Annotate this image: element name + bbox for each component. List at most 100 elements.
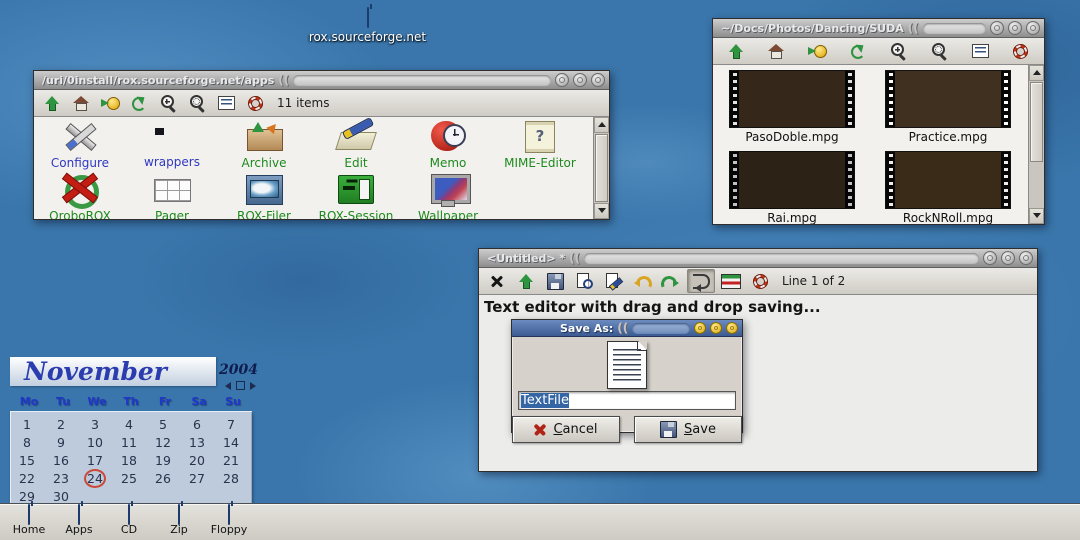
scrollbar-thumb[interactable]: [595, 134, 608, 202]
today-icon[interactable]: [236, 381, 245, 390]
home-button[interactable]: [764, 40, 790, 62]
filename-input[interactable]: TextFile: [518, 391, 736, 410]
next-month-icon[interactable]: [250, 382, 256, 390]
calendar-day[interactable]: 7: [214, 416, 248, 432]
up-button[interactable]: [39, 92, 65, 114]
help-button[interactable]: [1008, 40, 1034, 62]
app-item[interactable]: ROX-Session: [310, 170, 402, 219]
taskbar-folder-item[interactable]: Apps: [54, 505, 104, 536]
video-file-item[interactable]: RockNRoll.mpg: [877, 151, 1019, 224]
app-item[interactable]: OroboROX: [34, 170, 126, 219]
calendar-day[interactable]: 6: [180, 416, 214, 432]
text-file-drag-icon[interactable]: [607, 341, 647, 389]
list-view-button[interactable]: [213, 92, 239, 114]
scrollbar-vertical[interactable]: [1028, 65, 1044, 224]
zoom-select-button[interactable]: [927, 40, 953, 62]
titlebar[interactable]: <Untitled> * ((: [479, 249, 1037, 268]
app-item[interactable]: Archive: [218, 117, 310, 170]
up-button[interactable]: [513, 270, 539, 292]
app-item[interactable]: ROX-Filer: [218, 170, 310, 219]
calendar-day[interactable]: 22: [10, 470, 44, 486]
calendar-day[interactable]: 10: [78, 434, 112, 450]
forward-button[interactable]: [804, 40, 830, 62]
list-view-button[interactable]: [967, 40, 993, 62]
highlight-button[interactable]: [718, 270, 744, 292]
app-item[interactable]: MIME-Editor: [494, 117, 586, 170]
dialog-maximize-button[interactable]: [710, 322, 722, 334]
dialog-iconify-button[interactable]: [694, 322, 706, 334]
help-button[interactable]: [242, 92, 268, 114]
app-item[interactable]: Configure: [34, 117, 126, 170]
undo-button[interactable]: [629, 270, 655, 292]
calendar-day[interactable]: 16: [44, 452, 78, 468]
calendar-day[interactable]: 19: [146, 452, 180, 468]
window-close-button[interactable]: [591, 73, 605, 87]
calendar-day[interactable]: 8: [10, 434, 44, 450]
video-file-item[interactable]: Rai.mpg: [721, 151, 863, 224]
calendar-day[interactable]: 26: [146, 470, 180, 486]
help-button[interactable]: [747, 270, 773, 292]
window-iconify-button[interactable]: [983, 251, 997, 265]
find-button[interactable]: [571, 270, 597, 292]
calendar-day[interactable]: 2: [44, 416, 78, 432]
calendar-day[interactable]: 1: [10, 416, 44, 432]
window-iconify-button[interactable]: [555, 73, 569, 87]
word-wrap-button[interactable]: [687, 269, 715, 293]
window-close-button[interactable]: [1019, 251, 1033, 265]
calendar-day[interactable]: 30: [44, 488, 78, 504]
forward-button[interactable]: [97, 92, 123, 114]
home-button[interactable]: [68, 92, 94, 114]
redo-button[interactable]: [658, 270, 684, 292]
zoom-select-button[interactable]: [184, 92, 210, 114]
app-item[interactable]: Wallpaper: [402, 170, 494, 219]
calendar-day[interactable]: 13: [180, 434, 214, 450]
calendar-day[interactable]: 17: [78, 452, 112, 468]
cancel-button[interactable]: Cancel: [512, 416, 620, 443]
scroll-up-arrow[interactable]: [1029, 65, 1044, 81]
window-maximize-button[interactable]: [1008, 21, 1022, 35]
calendar-day[interactable]: 4: [112, 416, 146, 432]
taskbar-folder-item[interactable]: Floppy: [204, 505, 254, 536]
scroll-down-arrow[interactable]: [594, 203, 609, 219]
save-button[interactable]: [542, 270, 568, 292]
window-iconify-button[interactable]: [990, 21, 1004, 35]
app-item[interactable]: Pager: [126, 170, 218, 219]
scroll-down-arrow[interactable]: [1029, 208, 1044, 224]
scrollbar-thumb[interactable]: [1030, 82, 1043, 162]
scroll-up-arrow[interactable]: [594, 117, 609, 133]
save-button[interactable]: Save: [634, 416, 742, 443]
calendar-day[interactable]: 15: [10, 452, 44, 468]
desktop-icon-rox-sourceforge[interactable]: rox.sourceforge.net: [300, 8, 435, 44]
titlebar[interactable]: ~/Docs/Photos/Dancing/SUDA ((: [713, 19, 1044, 38]
calendar-day[interactable]: 23: [44, 470, 78, 486]
video-file-item[interactable]: Practice.mpg: [877, 70, 1019, 144]
refresh-button[interactable]: [845, 40, 871, 62]
window-close-button[interactable]: [1026, 21, 1040, 35]
close-file-button[interactable]: [484, 270, 510, 292]
up-button[interactable]: [723, 40, 749, 62]
calendar-day[interactable]: 18: [112, 452, 146, 468]
video-file-item[interactable]: PasoDoble.mpg: [721, 70, 863, 144]
zoom-in-button[interactable]: [155, 92, 181, 114]
calendar-day[interactable]: 9: [44, 434, 78, 450]
dialog-close-button[interactable]: [726, 322, 738, 334]
app-item[interactable]: wrappers: [126, 117, 218, 170]
calendar-day[interactable]: 5: [146, 416, 180, 432]
scrollbar-vertical[interactable]: [593, 117, 609, 219]
dialog-titlebar[interactable]: Save As: ((: [512, 320, 742, 337]
calendar-day[interactable]: 25: [112, 470, 146, 486]
calendar-day[interactable]: 11: [112, 434, 146, 450]
window-maximize-button[interactable]: [573, 73, 587, 87]
taskbar-folder-item[interactable]: CD: [104, 505, 154, 536]
app-item[interactable]: Edit: [310, 117, 402, 170]
calendar-day[interactable]: 14: [214, 434, 248, 450]
titlebar[interactable]: /uri/0install/rox.sourceforge.net/apps (…: [34, 71, 609, 90]
calendar-day[interactable]: 24: [78, 470, 112, 486]
refresh-button[interactable]: [126, 92, 152, 114]
calendar-day[interactable]: 29: [10, 488, 44, 504]
calendar-day[interactable]: 21: [214, 452, 248, 468]
taskbar-folder-item[interactable]: Zip: [154, 505, 204, 536]
zoom-in-button[interactable]: [886, 40, 912, 62]
calendar-day[interactable]: 3: [78, 416, 112, 432]
prev-month-icon[interactable]: [225, 382, 231, 390]
